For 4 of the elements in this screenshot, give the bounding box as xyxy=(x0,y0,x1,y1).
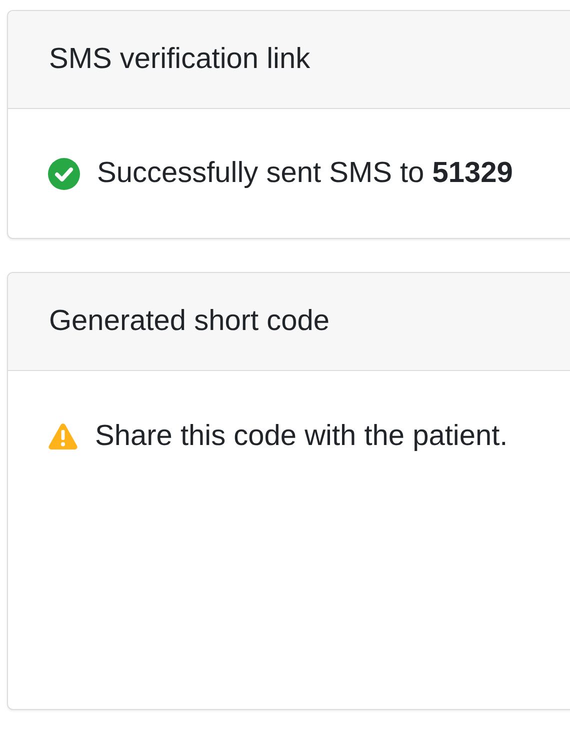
status-message: Successfully sent SMS to 51329 xyxy=(97,157,513,190)
card-title: Generated short code xyxy=(49,305,330,338)
card-title: SMS verification link xyxy=(49,43,310,76)
status-message: Share this code with the patient. xyxy=(95,420,508,452)
